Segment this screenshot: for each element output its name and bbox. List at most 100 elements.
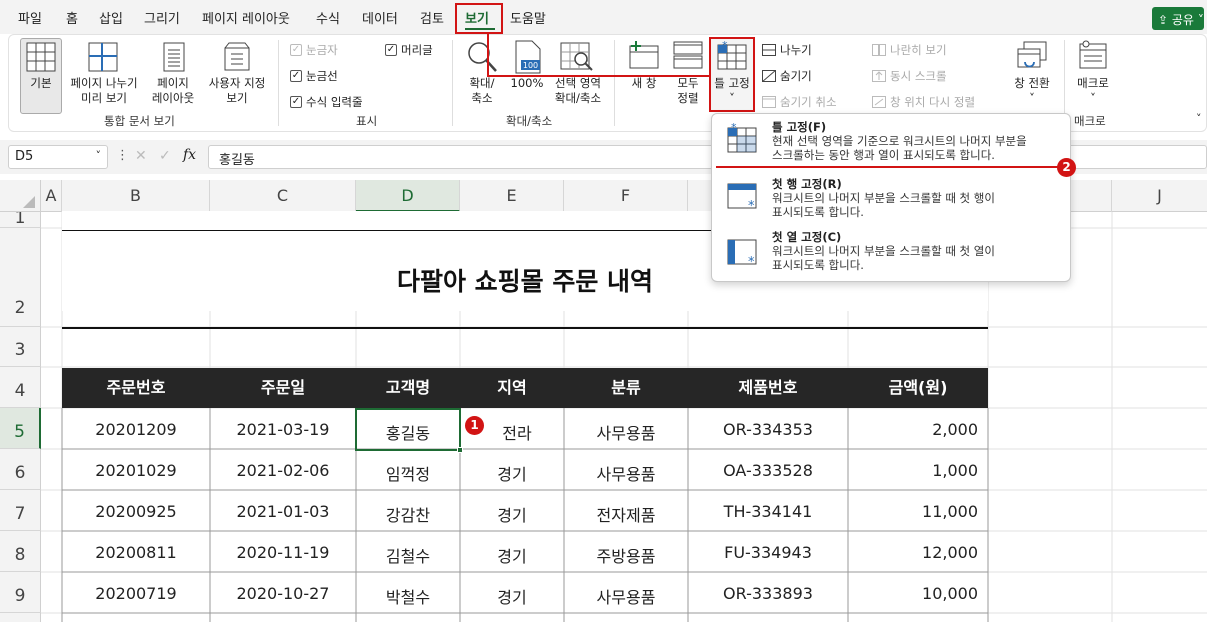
table-cell[interactable]: 11,000 [848, 502, 978, 521]
table-cell[interactable]: TH-334141 [688, 502, 848, 521]
column-header-d[interactable]: D [356, 180, 460, 212]
column-header-c[interactable]: C [210, 180, 356, 212]
column-header-e[interactable]: E [460, 180, 564, 212]
select-all-corner[interactable] [0, 180, 41, 212]
row-header-4[interactable]: 4 [0, 367, 41, 408]
row-header-1[interactable]: 1 [0, 212, 41, 228]
select-all-icon [23, 196, 35, 208]
table-header-region[interactable]: 지역 [460, 368, 564, 408]
table-cell[interactable]: OR-334353 [688, 420, 848, 439]
table-cell[interactable]: 박철수 [356, 584, 460, 608]
freeze-panes-caret-icon: ˅ [729, 91, 735, 105]
arrange-all-icon [673, 41, 703, 69]
table-cell[interactable]: 강감찬 [356, 502, 460, 526]
page-layout-button[interactable]: 페이지 레이아웃 [146, 76, 200, 106]
hide-icon [762, 70, 776, 82]
ribbon-collapse-icon[interactable]: ˅ [1196, 112, 1202, 125]
table-cell[interactable]: 2020-11-19 [210, 543, 356, 562]
table-cell[interactable]: 2021-03-19 [210, 420, 356, 439]
tab-insert[interactable]: 삽입 [99, 8, 123, 27]
column-header-j[interactable]: J [1112, 180, 1207, 212]
table-cell[interactable]: 2020-10-27 [210, 584, 356, 603]
split-button[interactable]: 나누기 [762, 42, 812, 58]
table-header-order-date[interactable]: 주문일 [210, 368, 356, 408]
page-break-preview-button[interactable]: 페이지 나누기 미리 보기 [64, 76, 144, 106]
table-cell[interactable]: 12,000 [848, 543, 978, 562]
row-header-3[interactable]: 3 [0, 327, 41, 367]
table-cell[interactable]: OA-333528 [688, 461, 848, 480]
column-header-b[interactable]: B [62, 180, 210, 212]
table-cell[interactable]: 20200925 [62, 502, 210, 521]
table-cell[interactable]: 사무용품 [564, 584, 688, 608]
tab-draw[interactable]: 그리기 [144, 8, 180, 27]
switch-windows-icon [1017, 41, 1047, 68]
table-cell[interactable]: 20201209 [62, 420, 210, 439]
unhide-button[interactable]: 숨기기 취소 [762, 94, 837, 110]
freeze-top-row-option[interactable]: 첫 행 고정(R) 워크시트의 나머지 부분을 스크롤할 때 첫 행이 표시되도… [772, 177, 1068, 219]
share-button[interactable]: ⇪ 공유 ˅ [1152, 7, 1204, 30]
table-cell[interactable]: 임꺽정 [356, 461, 460, 485]
table-cell[interactable]: OR-333893 [688, 584, 848, 603]
table-cell[interactable]: 경기 [460, 461, 564, 485]
table-cell[interactable]: 경기 [460, 543, 564, 567]
table-cell[interactable]: 20201029 [62, 461, 210, 480]
custom-views-button[interactable]: 사용자 지정 보기 [202, 76, 272, 106]
zoom-button[interactable]: 확대/ 축소 [460, 76, 504, 106]
switch-windows-button[interactable]: 창 전환 ˅ [1006, 76, 1058, 106]
name-box[interactable]: D5 ˅ [8, 145, 108, 169]
new-window-button[interactable]: 새 창 [624, 76, 664, 91]
tab-review[interactable]: 검토 [420, 8, 444, 27]
view-side-by-side-button[interactable]: 나란히 보기 [872, 42, 947, 58]
table-header-order-no[interactable]: 주문번호 [62, 368, 210, 408]
arrange-all-button[interactable]: 모두 정렬 [668, 76, 708, 106]
table-header-customer[interactable]: 고객명 [356, 368, 460, 408]
table-header-category[interactable]: 분류 [564, 368, 688, 408]
insert-function-icon[interactable]: fx [183, 147, 196, 163]
formula-bar-label: 수식 입력줄 [306, 95, 363, 109]
tab-home[interactable]: 홈 [66, 8, 78, 27]
freeze-panes-option[interactable]: 틀 고정(F) 현재 선택 영역을 기준으로 워크시트의 나머지 부분을 스크롤… [772, 120, 1068, 162]
table-cell[interactable]: FU-334943 [688, 543, 848, 562]
table-cell[interactable]: 경기 [460, 584, 564, 608]
table-cell[interactable]: 20200719 [62, 584, 210, 603]
active-cell-border [355, 408, 461, 451]
column-header-a[interactable]: A [41, 180, 62, 212]
zoom-to-selection-button[interactable]: 선택 영역 확대/축소 [548, 76, 608, 106]
table-cell[interactable]: 2021-02-06 [210, 461, 356, 480]
table-cell[interactable]: 20200811 [62, 543, 210, 562]
fill-handle[interactable] [457, 447, 463, 453]
tab-data[interactable]: 데이터 [362, 8, 398, 27]
enter-icon[interactable]: ✓ [159, 148, 171, 164]
table-cell[interactable]: 주방용품 [564, 543, 688, 567]
table-header-amount[interactable]: 금액(원) [848, 368, 988, 408]
tab-formulas[interactable]: 수식 [316, 8, 340, 27]
formula-bar-checkbox[interactable]: ✓ 수식 입력줄 [290, 94, 363, 110]
reset-window-position-button[interactable]: 창 위치 다시 정렬 [872, 94, 975, 110]
ruler-checkbox[interactable]: ✓ 눈금자 [290, 42, 338, 58]
normal-view-label: 기본 [30, 76, 52, 90]
gridlines-checkbox[interactable]: ✓ 눈금선 [290, 68, 338, 84]
column-header-f[interactable]: F [564, 180, 688, 212]
freeze-first-column-option[interactable]: 첫 열 고정(C) 워크시트의 나머지 부분을 스크롤할 때 첫 열이 표시되도… [772, 230, 1068, 272]
table-cell[interactable]: 경기 [460, 502, 564, 526]
table-header-product-no[interactable]: 제품번호 [688, 368, 848, 408]
cancel-icon[interactable]: ✕ [135, 148, 147, 164]
table-cell[interactable]: 전자제품 [564, 502, 688, 526]
row-header-2[interactable]: 2 [0, 228, 41, 327]
tab-page-layout[interactable]: 페이지 레이아웃 [202, 8, 290, 27]
hide-button[interactable]: 숨기기 [762, 68, 812, 84]
table-cell[interactable]: 2,000 [848, 420, 978, 439]
table-cell[interactable]: 1,000 [848, 461, 978, 480]
table-cell[interactable]: 사무용품 [564, 420, 688, 444]
table-cell[interactable]: 2021-01-03 [210, 502, 356, 521]
group-separator [452, 40, 453, 126]
tab-help[interactable]: 도움말 [510, 8, 546, 27]
table-cell[interactable]: 사무용품 [564, 461, 688, 485]
macros-button[interactable]: 매크로 ˅ [1068, 76, 1118, 106]
sync-scroll-button[interactable]: 동시 스크롤 [872, 68, 947, 84]
headings-checkbox[interactable]: ✓ 머리글 [385, 42, 433, 58]
tab-file[interactable]: 파일 [18, 8, 42, 27]
table-cell[interactable]: 10,000 [848, 584, 978, 603]
zoom-100-button[interactable]: 100% [508, 76, 546, 91]
table-cell[interactable]: 김철수 [356, 543, 460, 567]
